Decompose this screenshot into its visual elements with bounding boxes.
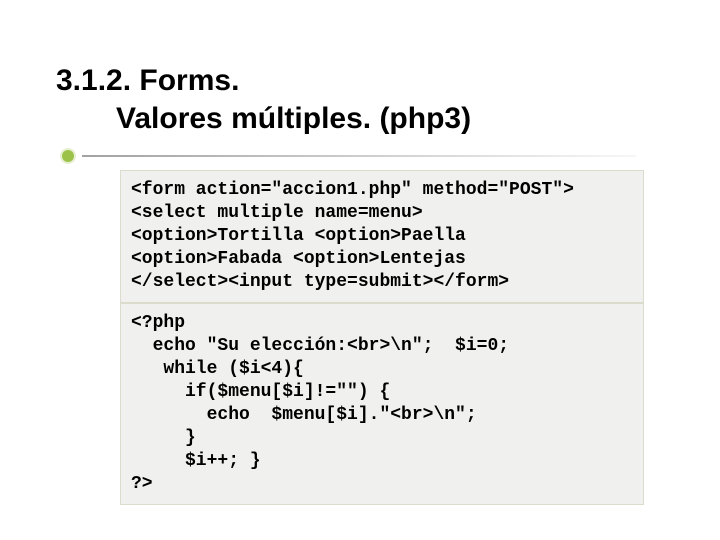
slide: 3.1.2. Forms. Valores múltiples. (php3) … <box>0 0 720 540</box>
code-block-php: <?php echo "Su elección:<br>\n"; $i=0; w… <box>120 303 644 505</box>
title-underline <box>56 147 636 161</box>
title-line-2: Valores múltiples. (php3) <box>116 102 471 135</box>
horizontal-rule <box>82 155 636 157</box>
slide-title: 3.1.2. Forms. Valores múltiples. (php3) <box>56 62 471 137</box>
title-line-1: 3.1.2. Forms. <box>56 64 239 97</box>
code-block-html-form: <form action="accion1.php" method="POST"… <box>120 170 644 303</box>
bullet-dot-icon <box>62 150 74 162</box>
